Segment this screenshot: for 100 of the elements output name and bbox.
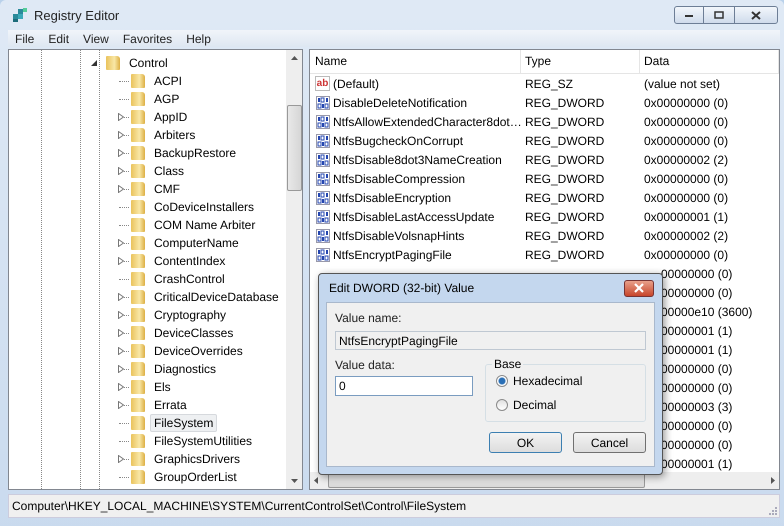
expand-arrow-icon[interactable]	[118, 113, 124, 121]
table-cell: 00000003 (3)	[661, 400, 732, 414]
expand-arrow-icon[interactable]	[118, 239, 124, 247]
folder-icon	[131, 218, 145, 232]
tree-item[interactable]: FileSystem	[150, 414, 218, 432]
table-cell-text: REG_DWORD	[524, 248, 606, 262]
tree-item[interactable]: BackupRestore	[150, 144, 240, 162]
folder-icon	[131, 290, 145, 304]
tree-item[interactable]: Diagnostics	[150, 360, 220, 378]
tree-item[interactable]: CriticalDeviceDatabase	[150, 288, 283, 306]
expand-arrow-icon[interactable]	[118, 149, 124, 157]
tree-item[interactable]: DeviceClasses	[150, 324, 238, 342]
tree-item[interactable]: ContentIndex	[150, 252, 230, 270]
tree-item[interactable]: ComputerName	[150, 234, 243, 252]
binary-value-icon	[315, 171, 330, 186]
tree-item[interactable]: Els	[150, 378, 175, 396]
maximize-icon	[714, 11, 724, 19]
menu-item[interactable]: File	[8, 30, 42, 47]
tree-item[interactable]: DeviceOverrides	[150, 342, 247, 360]
vertical-scrollbar[interactable]	[286, 50, 302, 489]
table-cell: NtfsEncryptPagingFile	[333, 248, 452, 262]
expand-arrow-icon[interactable]	[118, 401, 124, 409]
table-cell: (Default)	[333, 76, 380, 90]
expand-arrow-icon[interactable]	[118, 455, 124, 463]
expand-arrow-icon[interactable]	[118, 131, 124, 139]
radio-label[interactable]: Hexadecimal	[513, 374, 582, 388]
scroll-right-icon[interactable]	[771, 477, 775, 484]
tree-item[interactable]: GroupOrderList	[150, 468, 241, 486]
table-cell-text: (value not set)	[643, 76, 722, 90]
table-cell-text: REG_DWORD	[524, 134, 606, 148]
column-header[interactable]: Name	[310, 50, 521, 73]
menu-item[interactable]: Help	[179, 30, 218, 47]
scroll-left-icon[interactable]	[314, 477, 318, 484]
close-button[interactable]	[624, 280, 654, 296]
scroll-up-icon[interactable]	[290, 56, 298, 60]
menu-item[interactable]: Edit	[41, 30, 76, 47]
folder-icon	[131, 398, 145, 412]
binary-value-icon	[315, 114, 330, 129]
tree-item[interactable]: GraphicsDrivers	[150, 450, 244, 468]
radio-button[interactable]	[496, 398, 508, 410]
window-title: Registry Editor	[34, 8, 120, 22]
column-header[interactable]: Data	[640, 50, 779, 73]
tree-item[interactable]: Control	[125, 54, 172, 72]
table-cell: DisableDeleteNotification	[333, 96, 468, 110]
tree-item[interactable]: Cryptography	[150, 306, 230, 324]
expand-arrow-icon[interactable]	[118, 293, 124, 301]
expand-arrow-icon[interactable]	[118, 365, 124, 373]
folder-icon	[131, 254, 145, 268]
radio-button[interactable]	[496, 374, 508, 386]
table-cell: 00000000 (0)	[661, 418, 732, 432]
folder-icon	[131, 272, 145, 286]
expand-arrow-icon[interactable]	[118, 383, 124, 391]
table-cell: NtfsDisableEncryption	[333, 190, 452, 204]
table-cell-text: 0x00000000 (0)	[643, 114, 730, 128]
tree-item[interactable]: FileSystemUtilities	[150, 432, 256, 450]
value-name-field[interactable]: NtfsEncryptPagingFile	[335, 331, 646, 350]
tree-item[interactable]: ACPI	[150, 72, 186, 90]
folder-icon	[131, 92, 145, 106]
string-value-icon: ab	[315, 76, 330, 91]
tree-item[interactable]: Class	[150, 162, 188, 180]
expand-arrow-icon[interactable]	[118, 347, 124, 355]
dialog-button[interactable]: OK	[489, 432, 562, 453]
scrollbar-thumb[interactable]	[286, 105, 302, 191]
scroll-down-icon[interactable]	[290, 479, 298, 483]
tree-item[interactable]: CoDeviceInstallers	[150, 198, 258, 216]
table-cell: 00000001 (1)	[661, 342, 732, 356]
folder-icon	[131, 362, 145, 376]
binary-value-icon	[315, 95, 330, 110]
tree-item[interactable]: CrashControl	[150, 270, 229, 288]
folder-icon	[131, 380, 145, 394]
menu-item[interactable]: Favorites	[116, 30, 180, 47]
tree-item[interactable]: AppID	[150, 108, 192, 126]
maximize-button[interactable]	[703, 6, 735, 24]
close-button[interactable]	[734, 6, 778, 24]
binary-value-icon	[315, 133, 330, 148]
minimize-button[interactable]	[674, 6, 704, 24]
menu-item[interactable]: View	[76, 30, 116, 47]
table-cell: 00000000 (0)	[661, 362, 732, 376]
tree-item[interactable]: AGP	[150, 90, 184, 108]
dialog-button[interactable]: Cancel	[573, 432, 646, 453]
folder-icon	[131, 470, 145, 484]
resize-grip-icon[interactable]	[767, 505, 777, 515]
tree-item[interactable]: CMF	[150, 180, 184, 198]
expand-arrow-icon[interactable]	[118, 329, 124, 337]
radio-label[interactable]: Decimal	[513, 398, 556, 412]
folder-icon	[131, 110, 145, 124]
expand-arrow-icon[interactable]	[118, 185, 124, 193]
expand-arrow-icon[interactable]	[118, 311, 124, 319]
folder-icon	[131, 434, 145, 448]
tree-item[interactable]: Errata	[150, 396, 191, 414]
table-cell: 00000e10 (3600)	[661, 304, 752, 318]
tree-item[interactable]: Arbiters	[150, 126, 200, 144]
expand-arrow-icon[interactable]	[118, 257, 124, 265]
tree-item[interactable]: COM Name Arbiter	[150, 216, 260, 234]
expand-arrow-icon[interactable]	[118, 167, 124, 175]
table-cell-text: 0x00000000 (0)	[643, 248, 730, 262]
column-header[interactable]: Type	[521, 50, 640, 73]
table-cell-text: REG_DWORD	[524, 172, 606, 186]
value-data-field[interactable]: 0	[335, 376, 473, 396]
collapse-arrow-icon[interactable]	[91, 60, 97, 66]
